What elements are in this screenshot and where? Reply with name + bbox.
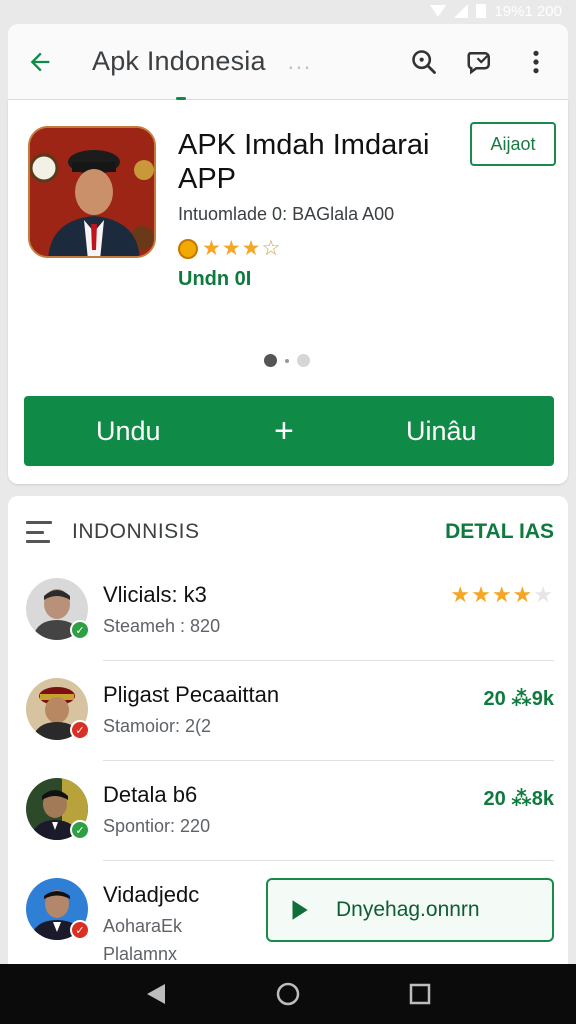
status-time: 19%1 200: [494, 2, 562, 20]
pager-dot-small: [285, 358, 289, 363]
nav-home-icon[interactable]: [275, 981, 301, 1007]
screenshot-pager: [264, 354, 310, 367]
verified-check-icon: ✓: [70, 920, 90, 940]
download-button[interactable]: Dnyehag.onnrn: [266, 878, 554, 942]
verified-check-icon: ✓: [70, 720, 90, 740]
wifi-icon: [430, 5, 447, 17]
list-item-sub: Steameh : 820: [103, 616, 221, 636]
list-item[interactable]: ✓ Pligast Pecaaittan Stamoior: 2(2 20 ⁂9…: [8, 660, 568, 760]
app-icon[interactable]: [28, 126, 156, 258]
pager-dot-inactive[interactable]: [297, 354, 310, 367]
install-right-button[interactable]: Uinâu: [406, 416, 477, 447]
section-header: INDONNISIS DETAL IAS: [26, 514, 554, 550]
install-bar[interactable]: Undu + Uinâu: [24, 396, 554, 466]
list-item-sub: Spontior: 220: [103, 816, 211, 836]
list-item-sub2: Plalamnx: [103, 944, 178, 964]
verified-check-icon: ✓: [70, 620, 90, 640]
downloads-count: Undn 0I: [178, 268, 252, 290]
list-item-title: Pligast Pecaaittan: [103, 682, 280, 707]
signal-icon: [454, 4, 469, 18]
nav-back-icon[interactable]: [143, 981, 169, 1007]
app-meta: Intuomlade 0: BAGlala A00: [178, 204, 395, 224]
badge-icon: [178, 238, 198, 259]
verified-check-icon: ✓: [70, 820, 90, 840]
follow-button[interactable]: Aijaot: [470, 122, 556, 166]
list-menu-icon[interactable]: [26, 521, 52, 543]
list-item[interactable]: ✓ Vlicials: k3 Steameh : 820 ★★★★★: [8, 560, 568, 660]
list-item[interactable]: ✓ Detala b6 Spontior: 220 20 ⁂8k: [8, 760, 568, 860]
status-bar: 19%1 200: [0, 0, 576, 22]
system-nav-bar: [0, 964, 576, 1024]
download-button-label: Dnyehag.onnrn: [336, 898, 480, 921]
section-title: INDONNISIS: [72, 520, 200, 543]
list-item-sub: AoharaEk: [103, 916, 183, 936]
list-item-title: Detala b6: [103, 782, 198, 807]
app-name: APK Imdah Imdarai APP: [178, 129, 430, 195]
search-icon[interactable]: [406, 44, 442, 80]
details-link[interactable]: DETAL IAS: [445, 520, 554, 544]
play-arrow-icon: [292, 900, 308, 920]
faint-dots: ...: [287, 48, 313, 74]
list-card: INDONNISIS DETAL IAS ✓ Vlicials: k3 Stea…: [8, 496, 568, 966]
nav-recents-icon[interactable]: [407, 981, 433, 1007]
app-detail-card: APK Imdah Imdarai APP Aijaot Intuomlade …: [8, 100, 568, 484]
rating-stars: ★★★☆: [202, 237, 282, 260]
chat-icon[interactable]: [462, 44, 498, 80]
back-arrow-icon[interactable]: [22, 44, 58, 80]
install-left-button[interactable]: Undu: [96, 416, 161, 447]
more-vert-icon[interactable]: [518, 44, 554, 80]
plus-icon[interactable]: +: [274, 412, 294, 451]
battery-icon: [476, 4, 487, 18]
rating-row: ★★★☆: [178, 236, 281, 261]
list-item-stars: ★★★★★: [450, 582, 554, 607]
page-title: Apk Indonesia: [92, 46, 266, 76]
app-bar: Apk Indonesia ...: [8, 24, 568, 100]
list-item-title: Vidadjedc: [103, 882, 200, 907]
list-item-count: 20 ⁂8k: [483, 788, 554, 810]
pager-dot-active[interactable]: [264, 354, 277, 367]
list-item-title: Vlicials: k3: [103, 582, 207, 607]
list-item-sub: Stamoior: 2(2: [103, 716, 212, 736]
list-item-count: 20 ⁂9k: [483, 688, 554, 710]
